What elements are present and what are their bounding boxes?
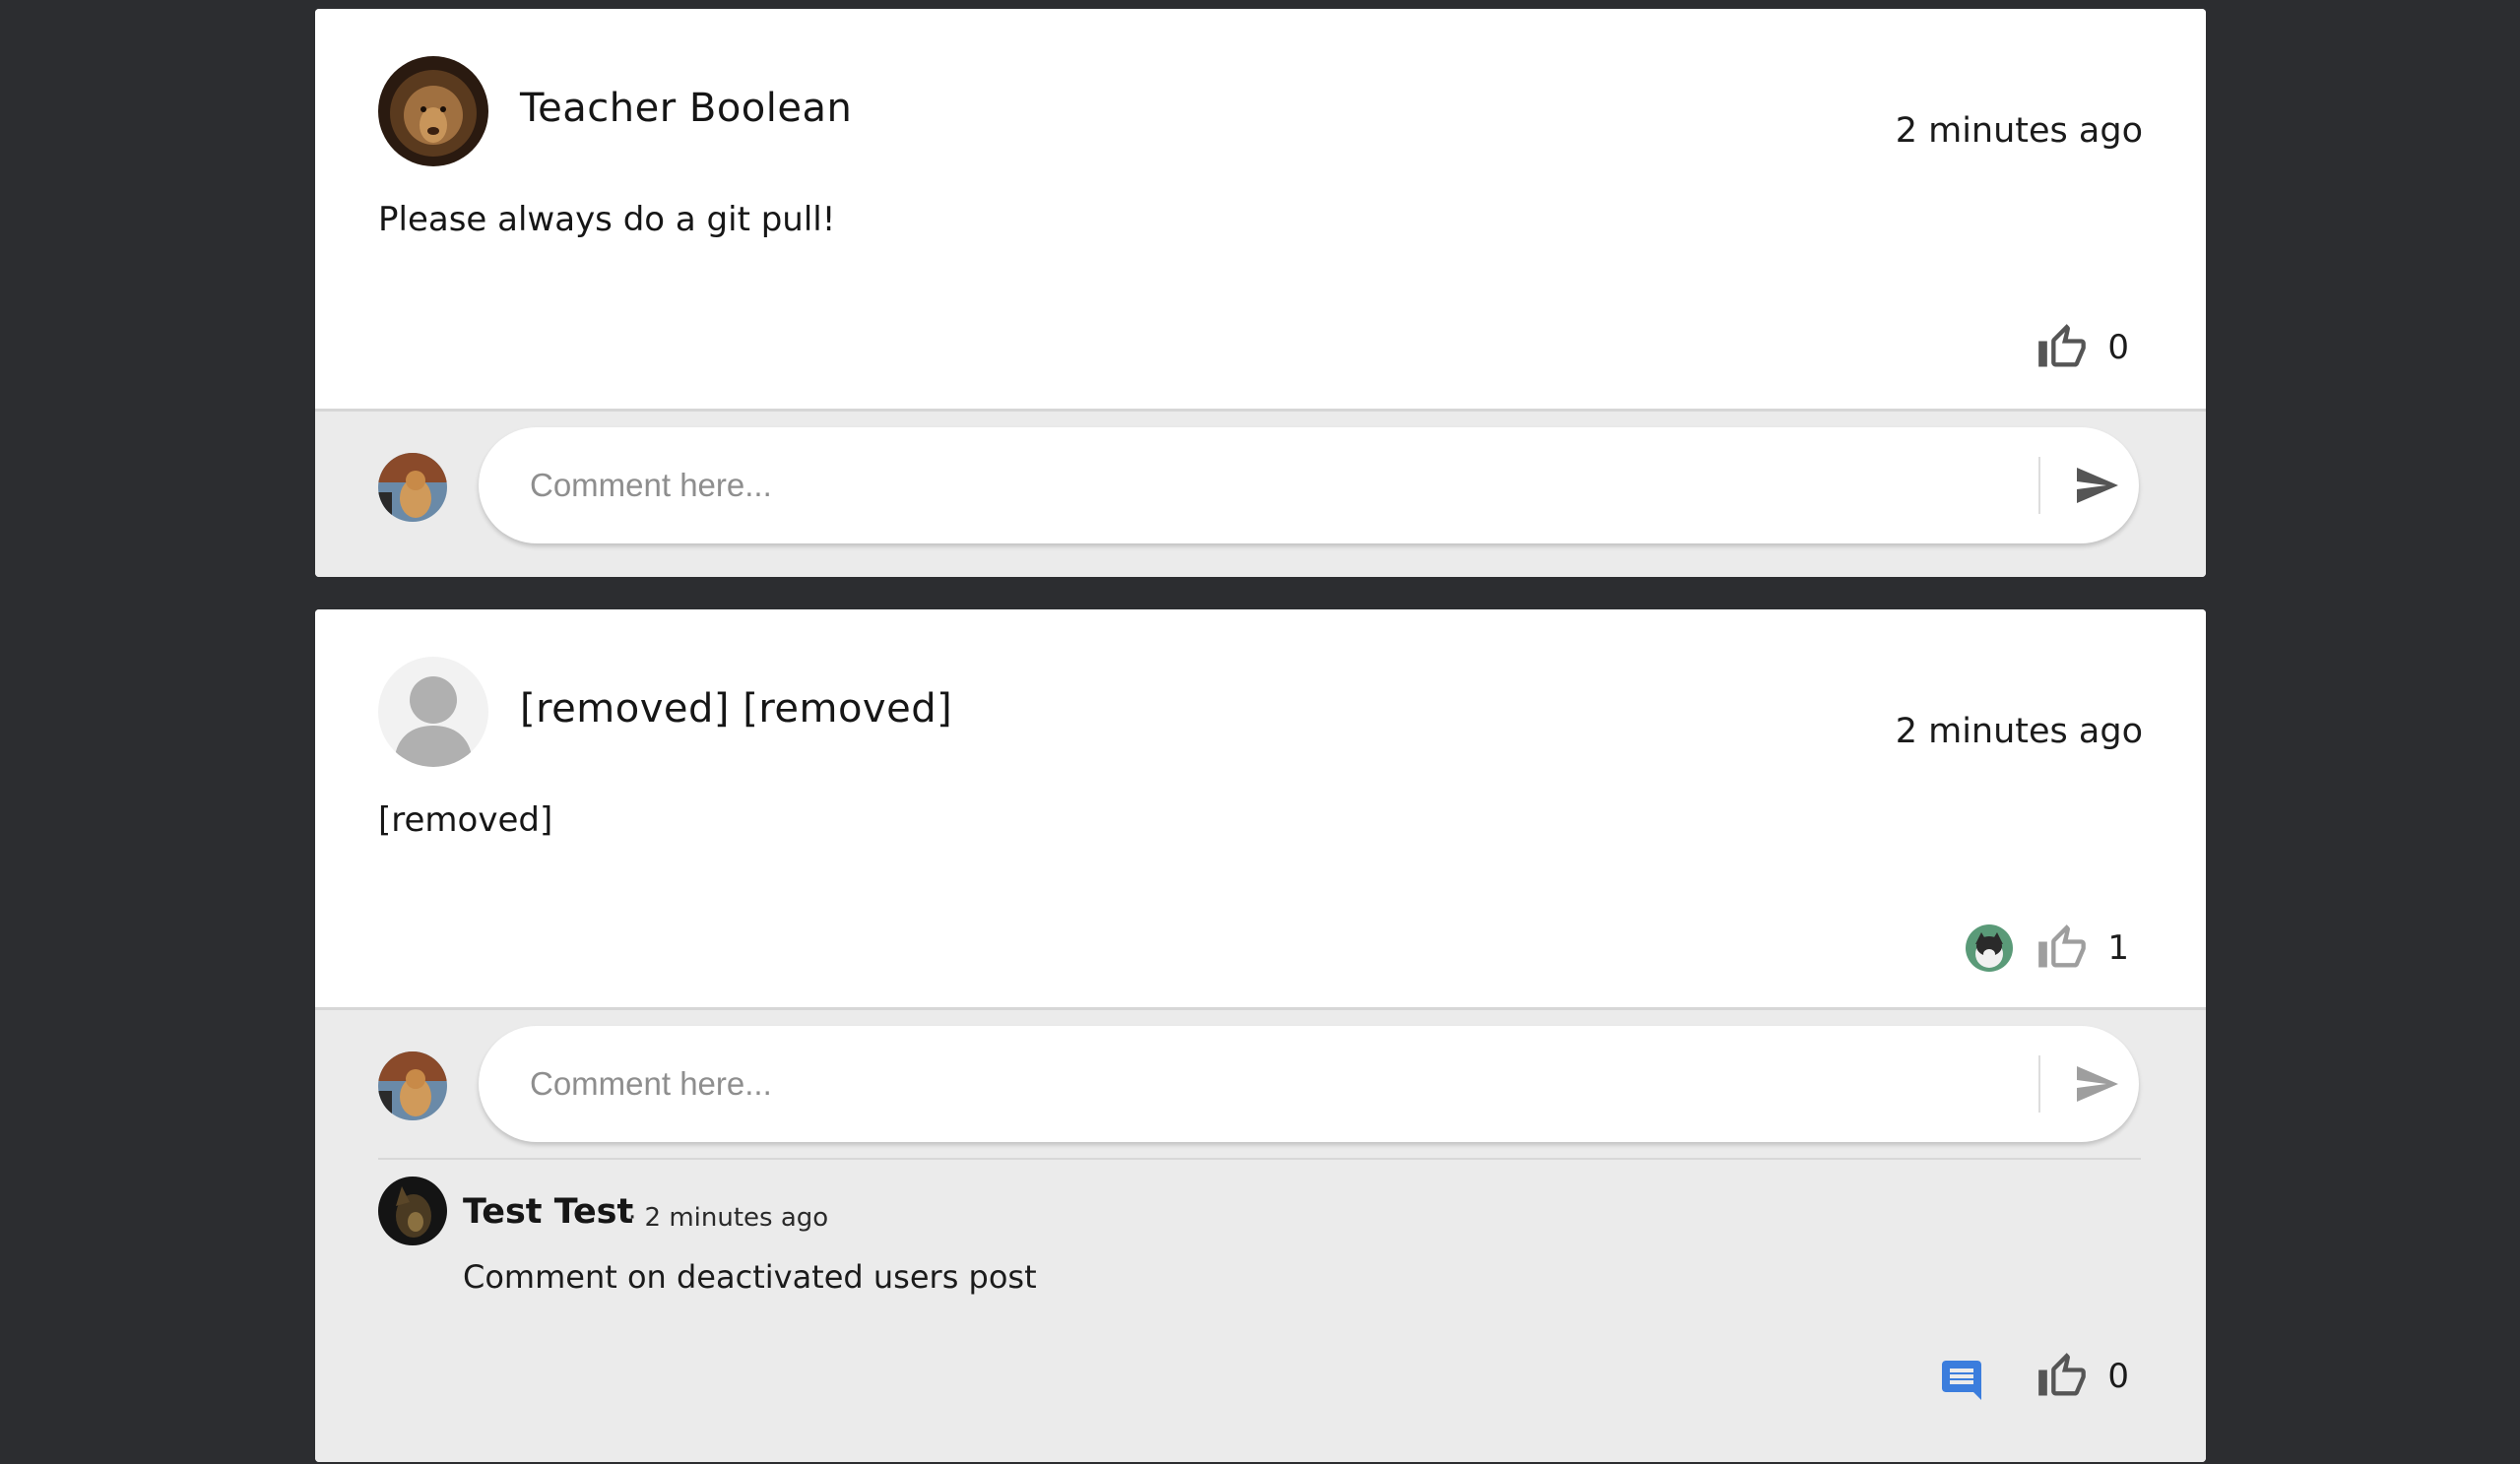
input-divider bbox=[2038, 457, 2040, 514]
post-timestamp: 2 minutes ago bbox=[1895, 111, 2143, 151]
comment-like-button[interactable] bbox=[2036, 1351, 2088, 1402]
author-avatar[interactable] bbox=[378, 56, 488, 166]
comment-section bbox=[315, 409, 2206, 577]
post-like-control: 0 bbox=[2036, 318, 2129, 377]
post-author-name[interactable]: Teacher Boolean bbox=[520, 86, 852, 131]
current-user-avatar bbox=[378, 1051, 447, 1120]
current-user-avatar bbox=[378, 453, 447, 522]
commenter-avatar[interactable] bbox=[378, 1177, 447, 1245]
comment-timestamp: · 2 minutes ago bbox=[628, 1203, 829, 1233]
send-icon bbox=[2077, 1066, 2118, 1102]
input-divider bbox=[2038, 1055, 2040, 1113]
post-header-body: [removed] [removed] 2 minutes ago [remov… bbox=[315, 609, 2206, 1007]
comment-separator bbox=[378, 1158, 2141, 1160]
comment-icon bbox=[1942, 1361, 1981, 1400]
send-comment-button[interactable] bbox=[2064, 451, 2129, 520]
post-timestamp: 2 minutes ago bbox=[1895, 712, 2143, 751]
post-card: Teacher Boolean 2 minutes ago Please alw… bbox=[315, 9, 2206, 577]
post-like-control: 1 bbox=[1966, 919, 2129, 978]
like-count: 0 bbox=[2107, 328, 2129, 367]
comment-like-count: 0 bbox=[2107, 1357, 2129, 1396]
comment-input-container bbox=[479, 1026, 2139, 1142]
like-count: 1 bbox=[2107, 928, 2129, 968]
comment-text: Comment on deactivated users post bbox=[463, 1258, 1037, 1296]
post-card: [removed] [removed] 2 minutes ago [remov… bbox=[315, 609, 2206, 1462]
default-avatar[interactable] bbox=[378, 657, 488, 767]
thumbs-up-icon bbox=[2038, 1353, 2087, 1396]
like-button[interactable] bbox=[2036, 322, 2088, 373]
post-body-text: [removed] bbox=[378, 800, 553, 840]
comment-like-control: 0 bbox=[2036, 1347, 2129, 1406]
reply-button[interactable] bbox=[1938, 1357, 1985, 1404]
thumbs-up-icon bbox=[2038, 324, 2087, 367]
comment-input[interactable] bbox=[530, 1055, 1987, 1113]
send-comment-button[interactable] bbox=[2064, 1050, 2129, 1118]
post-header-body: Teacher Boolean 2 minutes ago Please alw… bbox=[315, 9, 2206, 409]
liker-avatar[interactable] bbox=[1966, 924, 2014, 972]
comment-input-container bbox=[479, 427, 2139, 543]
post-author-name[interactable]: [removed] [removed] bbox=[520, 686, 952, 732]
thumbs-up-icon bbox=[2038, 924, 2087, 968]
comment-author-name[interactable]: Test Test bbox=[463, 1192, 633, 1232]
post-body-text: Please always do a git pull! bbox=[378, 200, 836, 239]
comment-section: Test Test · 2 minutes ago Comment on dea… bbox=[315, 1007, 2206, 1462]
like-button[interactable] bbox=[2036, 923, 2088, 974]
send-icon bbox=[2077, 468, 2118, 503]
comment-input[interactable] bbox=[530, 457, 1987, 514]
